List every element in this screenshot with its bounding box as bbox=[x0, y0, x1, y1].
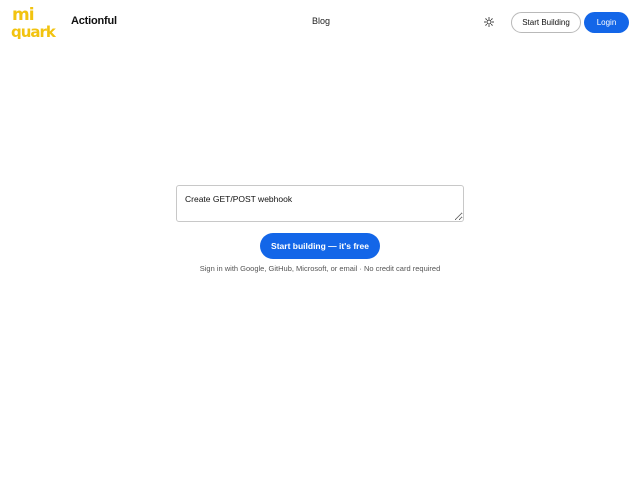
prompt-input[interactable]: Create GET/POST webhook bbox=[176, 185, 464, 222]
miquark-logo[interactable]: mi quark bbox=[11, 5, 67, 39]
signin-note: Sign in with Google, GitHub, Microsoft, … bbox=[199, 264, 441, 273]
start-building-button[interactable]: Start Building bbox=[511, 12, 581, 33]
nav-blog-link[interactable]: Blog bbox=[312, 16, 330, 26]
top-nav: mi quark Actionful Blog Start Building L… bbox=[0, 0, 640, 44]
brand-name[interactable]: Actionful bbox=[71, 15, 117, 27]
login-button[interactable]: Login bbox=[584, 12, 629, 33]
start-building-cta-button[interactable]: Start building — it's free bbox=[260, 233, 380, 259]
theme-toggle-button[interactable] bbox=[481, 14, 497, 30]
sun-icon bbox=[484, 17, 494, 27]
svg-text:quark: quark bbox=[11, 23, 57, 39]
svg-text:mi: mi bbox=[12, 5, 34, 25]
